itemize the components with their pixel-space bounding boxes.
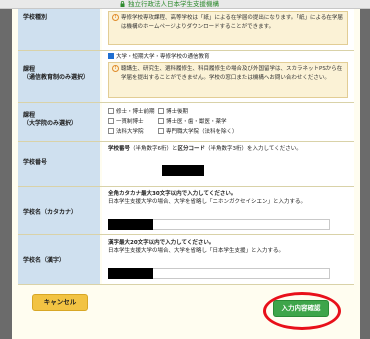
program-option-master[interactable]: 修士・博士前期 xyxy=(108,107,155,115)
checkbox-icon[interactable] xyxy=(108,128,114,134)
row-school-type: 学校種別 ! 専修学校専攻課程、高等学校は「紙」による在学届の提出になります。「… xyxy=(18,9,354,51)
checkbox-icon[interactable] xyxy=(158,108,164,114)
school-kana-instruction-1: 全角カタカナ最大30文字以内で入力してください。 xyxy=(108,191,237,197)
school-number-label-cell: 学校番号 xyxy=(18,142,100,186)
program-content: 修士・博士前期 博士後期 一貫制博士 博士医・歯・獣医・薬学 法科大学院 専門職… xyxy=(102,103,354,141)
row-school-kanji: 学校名（漢字） 漢字最大20文字以内で入力してください。 日本学生支援大学の場合… xyxy=(18,235,354,285)
school-kanji-content: 漢字最大20文字以内で入力してください。 日本学生支援大学の場合、大学を省略し「… xyxy=(102,235,354,284)
window-titlebar: 独立行政法人日本学生支援機構 xyxy=(0,0,370,9)
window-title: 独立行政法人日本学生支援機構 xyxy=(128,0,219,8)
checkbox-checked-icon[interactable] xyxy=(108,53,114,59)
highlight-circle xyxy=(263,292,341,330)
school-type-label: 学校種別 xyxy=(23,14,48,21)
school-number-label: 学校番号 xyxy=(23,159,48,166)
checkbox-icon[interactable] xyxy=(108,118,114,124)
form-page: 学校種別 ! 専修学校専攻課程、高等学校は「紙」による在学届の提出になります。「… xyxy=(12,9,360,339)
row-school-number: 学校番号 学校番号（半角数字6桁）と区分コード（半角数字3桁）を入力してください… xyxy=(18,142,354,187)
school-kanji-label: 学校名（漢字） xyxy=(23,257,66,264)
lock-icon xyxy=(120,1,125,7)
course-label-sub: （通信教育制のみ選択） xyxy=(23,74,90,81)
correspondence-checkbox[interactable]: 大学・短期大学・専修学校の通信教育 xyxy=(108,52,210,60)
row-course-correspondence: 課程 （通信教育制のみ選択） 大学・短期大学・専修学校の通信教育 ! 聴講生、研… xyxy=(18,51,354,103)
school-kana-content: 全角カタカナ最大30文字以内で入力してください。 日本学生支援大学の場合、大学を… xyxy=(102,187,354,234)
school-kana-label-cell: 学校名（カタカナ） xyxy=(18,187,100,234)
row-graduate-program: 課程 （大学院のみ選択） 修士・博士前期 博士後期 一貫制博士 博士医・歯・獣医… xyxy=(18,103,354,142)
school-kana-redaction xyxy=(108,219,153,230)
program-option-integrated-doctor[interactable]: 一貫制博士 xyxy=(108,117,144,125)
cancel-button[interactable]: キャンセル xyxy=(32,294,88,311)
school-number-instruction: 学校番号（半角数字6桁）と区分コード（半角数字3桁）を入力してください。 xyxy=(108,146,302,152)
school-type-label-cell: 学校種別 xyxy=(18,9,100,50)
course-label-cell: 課程 （通信教育制のみ選択） xyxy=(18,51,100,102)
school-kana-instruction-2: 日本学生支援大学の場合、大学を省略し「ニホンガクセイシエン」と入力する。 xyxy=(108,199,307,205)
course-content: 大学・短期大学・専修学校の通信教育 ! 聴講生、研究生、選科履修生、科目履修生の… xyxy=(102,51,354,102)
correspondence-checkbox-label: 大学・短期大学・専修学校の通信教育 xyxy=(116,54,210,60)
school-kanji-label-cell: 学校名（漢字） xyxy=(18,235,100,284)
school-number-content: 学校番号（半角数字6桁）と区分コード（半角数字3桁）を入力してください。 xyxy=(102,142,354,186)
info-icon: ! xyxy=(112,14,119,21)
school-kanji-instruction-1: 漢字最大20文字以内で入力してください。 xyxy=(108,240,215,246)
school-type-content: ! 専修学校専攻課程、高等学校は「紙」による在学届の提出になります。「紙」による… xyxy=(102,9,354,50)
row-school-kana: 学校名（カタカナ） 全角カタカナ最大30文字以内で入力してください。 日本学生支… xyxy=(18,187,354,235)
program-option-law-school[interactable]: 法科大学院 xyxy=(108,127,144,135)
program-label-cell: 課程 （大学院のみ選択） xyxy=(18,103,100,141)
checkbox-icon[interactable] xyxy=(158,128,164,134)
course-label-main: 課程 xyxy=(23,66,36,73)
program-label-sub: （大学院のみ選択） xyxy=(23,120,78,127)
school-number-input[interactable] xyxy=(162,165,204,176)
school-kana-label: 学校名（カタカナ） xyxy=(23,209,78,216)
info-icon: ! xyxy=(112,65,119,72)
school-type-note: ! 専修学校専攻課程、高等学校は「紙」による在学届の提出になります。「紙」による… xyxy=(108,11,348,45)
course-note: ! 聴講生、研究生、選科履修生、科目履修生の場合及び外国留学は、スカラネットPS… xyxy=(108,62,348,98)
program-option-doctor-late[interactable]: 博士後期 xyxy=(158,107,188,115)
school-kanji-instruction-2: 日本学生支援大学の場合、大学を省略し「日本学生支援」と入力する。 xyxy=(108,248,285,254)
checkbox-icon[interactable] xyxy=(158,118,164,124)
program-option-medical-doctor[interactable]: 博士医・歯・獣医・薬学 xyxy=(158,117,227,125)
school-kanji-redaction xyxy=(108,268,153,279)
program-option-professional[interactable]: 専門職大学院（法科を除く） xyxy=(158,127,238,135)
checkbox-icon[interactable] xyxy=(108,108,114,114)
program-label-main: 課程 xyxy=(23,112,36,119)
